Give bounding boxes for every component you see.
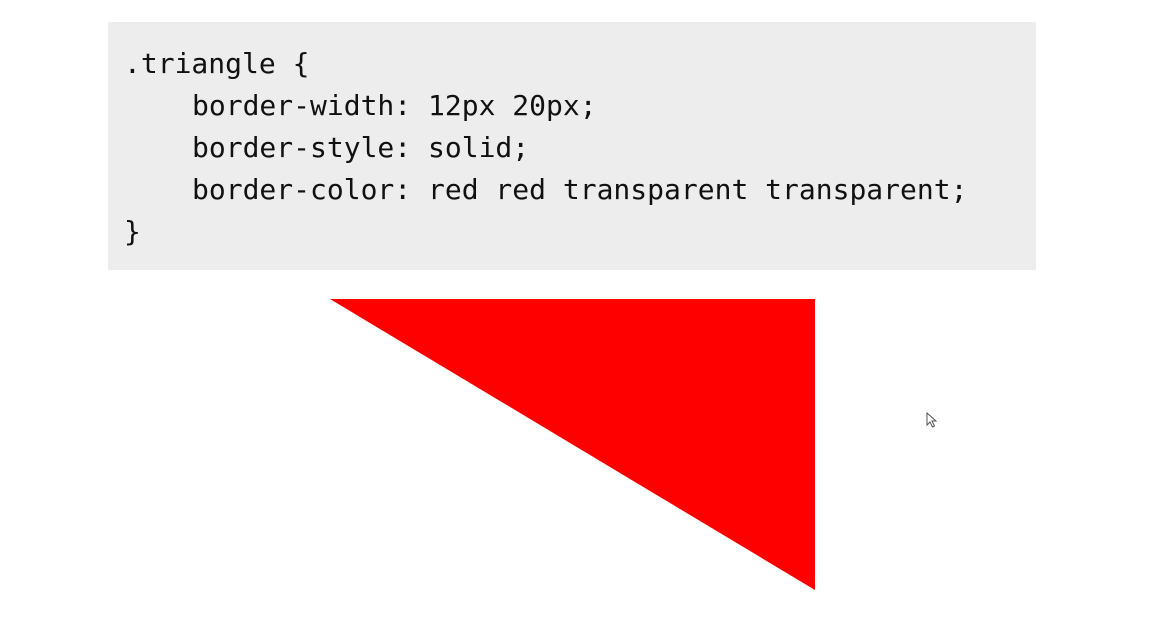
css-code-block: .triangle { border-width: 12px 20px; bor… — [108, 22, 1036, 270]
code-line-border-color: border-color: red red transparent transp… — [192, 173, 968, 206]
code-line-border-style: border-style: solid; — [192, 131, 530, 164]
slide: .triangle { border-width: 12px 20px; bor… — [0, 0, 1164, 624]
triangle-demo-area — [0, 290, 1164, 610]
code-line-border-width: border-width: 12px 20px; — [192, 89, 597, 122]
red-triangle-shape — [330, 299, 815, 590]
code-line-closing-brace: } — [124, 215, 141, 248]
code-line-selector: .triangle { — [124, 47, 310, 80]
mouse-pointer-icon — [926, 411, 940, 430]
triangle-demo-canvas — [330, 299, 815, 590]
